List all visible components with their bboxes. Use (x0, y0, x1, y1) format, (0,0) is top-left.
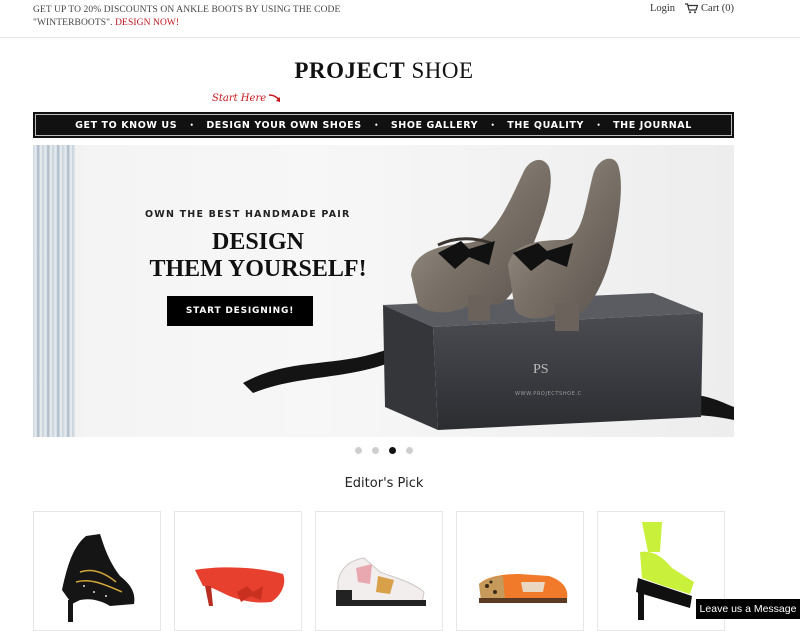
curtain-image (33, 145, 75, 437)
hero-banner[interactable]: OWN THE BEST HANDMADE PAIR DESIGN THEM Y… (33, 145, 734, 437)
header-divider (0, 37, 800, 38)
editors-pick-title: Editor's Pick (344, 476, 424, 491)
box-monogram: PS (533, 362, 549, 377)
product-card-leopard-orange[interactable] (456, 511, 584, 631)
nav-shoe-gallery[interactable]: SHOE GALLERY (378, 120, 491, 131)
cart-link[interactable]: Cart (0) (685, 3, 734, 14)
promo-code: "WINTERBOOTS". (33, 18, 113, 28)
hero-shoe-image: PS WWW.PROJECTSHOE.C (243, 158, 734, 430)
promo-line-2: "WINTERBOOTS". DESIGN NOW! (33, 17, 453, 30)
leave-message-button[interactable]: Leave us a Message (696, 599, 800, 619)
start-here-label: Start Here (212, 92, 267, 104)
product-card-black-boot[interactable] (33, 511, 161, 631)
nav-inner: GET TO KNOW US • DESIGN YOUR OWN SHOES •… (35, 114, 732, 136)
carousel-dot-4[interactable] (406, 447, 413, 454)
cart-icon (685, 3, 699, 14)
login-link[interactable]: Login (650, 3, 675, 14)
promo-line-1: GET UP TO 20% DISCOUNTS ON ANKLE BOOTS B… (33, 5, 341, 15)
black-boot-image (62, 534, 135, 622)
carousel-dot-3[interactable] (389, 447, 396, 454)
account-links: Login Cart (0) (650, 3, 734, 14)
carousel-dots (355, 447, 413, 454)
nav-get-to-know-us[interactable]: GET TO KNOW US (62, 120, 190, 131)
logo-bold: PROJECT (294, 58, 406, 83)
carousel-dot-2[interactable] (372, 447, 379, 454)
product-card-white-oxford[interactable] (315, 511, 443, 631)
white-oxford-image (336, 557, 426, 606)
design-now-link[interactable]: DESIGN NOW! (115, 18, 179, 28)
nav-design-your-own-shoes[interactable]: DESIGN YOUR OWN SHOES (193, 120, 374, 131)
cart-label: Cart (0) (701, 3, 734, 14)
arrow-icon (269, 94, 281, 102)
box-url: WWW.PROJECTSHOE.C (515, 391, 582, 397)
product-grid (33, 511, 725, 631)
nav-the-journal[interactable]: THE JOURNAL (600, 120, 705, 131)
start-here-hint: Start Here (212, 92, 284, 104)
site-logo[interactable]: PROJECT SHOE (0, 58, 768, 84)
promo-banner: GET UP TO 20% DISCOUNTS ON ANKLE BOOTS B… (33, 4, 453, 30)
red-pump-image (195, 567, 285, 606)
nav-the-quality[interactable]: THE QUALITY (494, 120, 597, 131)
product-card-red-pump[interactable] (174, 511, 302, 631)
logo-light: SHOE (411, 58, 474, 83)
leopard-orange-image (479, 574, 568, 603)
main-navigation: GET TO KNOW US • DESIGN YOUR OWN SHOES •… (33, 112, 734, 138)
carousel-dot-1[interactable] (355, 447, 362, 454)
